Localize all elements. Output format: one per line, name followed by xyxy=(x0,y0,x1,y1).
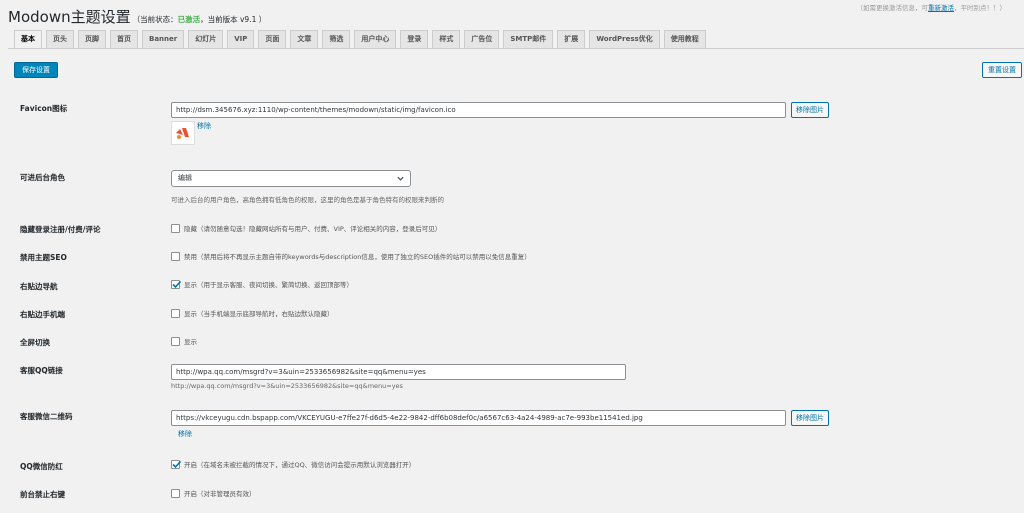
checkmark-icon xyxy=(172,280,182,288)
page-title: Modown主题设置 （当前状态：已激活，当前版本 v9.1 ） xyxy=(8,8,267,26)
reactivate-link[interactable]: 重新激活 xyxy=(928,4,954,12)
tab-user-center[interactable]: 用户中心 xyxy=(354,30,397,48)
tab-smtp[interactable]: SMTP邮件 xyxy=(503,30,554,48)
favicon-logo-icon xyxy=(176,128,189,139)
tab-divider xyxy=(8,48,1024,49)
disable-seo-checkbox[interactable] xyxy=(171,251,180,261)
favicon-remove-image-button[interactable]: 移除图片 xyxy=(791,102,829,118)
fullscreen-checkbox[interactable] xyxy=(171,336,180,346)
tab-style[interactable]: 样式 xyxy=(432,30,461,48)
hide-login-option: 隐藏（请勿随意勾选！隐藏网站所有与用户、付费、VIP、评论相关的内容，登录后可见… xyxy=(171,223,441,233)
tab-page[interactable]: 页面 xyxy=(258,30,287,48)
settings-tabs: 基本 页头 页脚 首页 Banner 幻灯片 VIP 页面 文章 筛选 用户中心… xyxy=(14,30,710,49)
tab-header[interactable]: 页头 xyxy=(46,30,74,48)
qq-link-label: 客服QQ链接 xyxy=(20,366,63,375)
favicon-label: Favicon图标 xyxy=(20,104,68,113)
reactivate-notice: （如需更换激活信息，可重新激活，平时别点！！） xyxy=(856,4,1007,12)
disable-right-click-option: 开启（对非管理员有效） xyxy=(171,488,256,498)
tab-wp-optimize[interactable]: WordPress优化 xyxy=(589,30,660,48)
tab-post[interactable]: 文章 xyxy=(290,30,319,48)
tab-home[interactable]: 首页 xyxy=(110,30,138,48)
chevron-down-icon xyxy=(397,176,404,181)
right-nav-checkbox[interactable] xyxy=(171,279,182,289)
tab-login[interactable]: 登录 xyxy=(400,30,429,48)
tab-tutorial[interactable]: 使用教程 xyxy=(663,30,706,48)
qq-link-description: http://wpa.qq.com/msgrd?v=3&uin=25336569… xyxy=(171,382,403,390)
qq-wechat-red-label: QQ微信防红 xyxy=(20,462,63,471)
tab-footer[interactable]: 页脚 xyxy=(78,30,106,48)
disable-right-click-label: 前台禁止右键 xyxy=(20,490,65,499)
status-badge: 已激活 xyxy=(177,15,201,24)
wechat-qr-label: 客服微信二维码 xyxy=(20,412,73,421)
backend-role-description: 可进入后台的用户角色，高角色拥有低角色的权限，这里的角色是基于角色特有的权限来判… xyxy=(171,196,444,204)
right-nav-label: 右贴边导航 xyxy=(20,282,58,291)
tab-basic[interactable]: 基本 xyxy=(14,30,42,49)
checkmark-icon xyxy=(172,460,182,468)
tab-ads[interactable]: 广告位 xyxy=(464,30,500,48)
tab-filter[interactable]: 筛选 xyxy=(322,30,351,48)
disable-seo-option: 禁用（禁用后将不再显示主题自带的keywords与description信息，使… xyxy=(171,251,531,261)
hide-login-checkbox[interactable] xyxy=(171,223,180,233)
reset-settings-button[interactable]: 重置设置 xyxy=(982,62,1022,78)
favicon-url-input[interactable]: http://dsm.345676.xyz:1110/wp-content/th… xyxy=(171,102,786,118)
favicon-preview-image xyxy=(171,121,195,145)
wechat-qr-remove-image-button[interactable]: 移除图片 xyxy=(791,410,829,426)
tab-banner[interactable]: Banner xyxy=(142,30,185,48)
tab-vip[interactable]: VIP xyxy=(227,30,255,48)
save-settings-button[interactable]: 保存设置 xyxy=(14,62,58,78)
wechat-qr-url-input[interactable]: https://vkceyugu.cdn.bspapp.com/VKCEYUGU… xyxy=(171,410,786,426)
qq-link-input[interactable]: http://wpa.qq.com/msgrd?v=3&uin=25336569… xyxy=(171,364,626,380)
disable-seo-label: 禁用主题SEO xyxy=(20,253,67,262)
backend-role-label: 可进后台角色 xyxy=(20,173,65,182)
backend-role-select[interactable]: 编辑 xyxy=(171,170,411,187)
tab-extensions[interactable]: 扩展 xyxy=(557,30,586,48)
wechat-qr-remove-link[interactable]: 移除 xyxy=(178,429,192,439)
right-nav-mobile-checkbox[interactable] xyxy=(171,308,180,318)
favicon-remove-link[interactable]: 移除 xyxy=(197,121,211,131)
disable-right-click-checkbox[interactable] xyxy=(171,488,180,498)
right-nav-option: 显示（用于显示客服、夜间切换、繁简切换、返回顶部等） xyxy=(171,279,353,289)
right-nav-mobile-option: 显示（当手机端显示底部导航时，右贴边默认隐藏） xyxy=(171,308,334,318)
status-text: （当前状态：已激活，当前版本 v9.1 ） xyxy=(132,15,267,24)
qq-wechat-red-option: 开启（在域名未被拦截的情况下，通过QQ、微信访问会提示用默认浏览器打开） xyxy=(171,459,415,469)
hide-login-label: 隐藏登录注册/付费/评论 xyxy=(20,225,101,234)
fullscreen-option: 显示 xyxy=(171,336,197,346)
tab-slider[interactable]: 幻灯片 xyxy=(188,30,224,48)
right-nav-mobile-label: 右贴边手机端 xyxy=(20,310,65,319)
fullscreen-label: 全屏切换 xyxy=(20,338,50,347)
qq-wechat-red-checkbox[interactable] xyxy=(171,459,182,469)
